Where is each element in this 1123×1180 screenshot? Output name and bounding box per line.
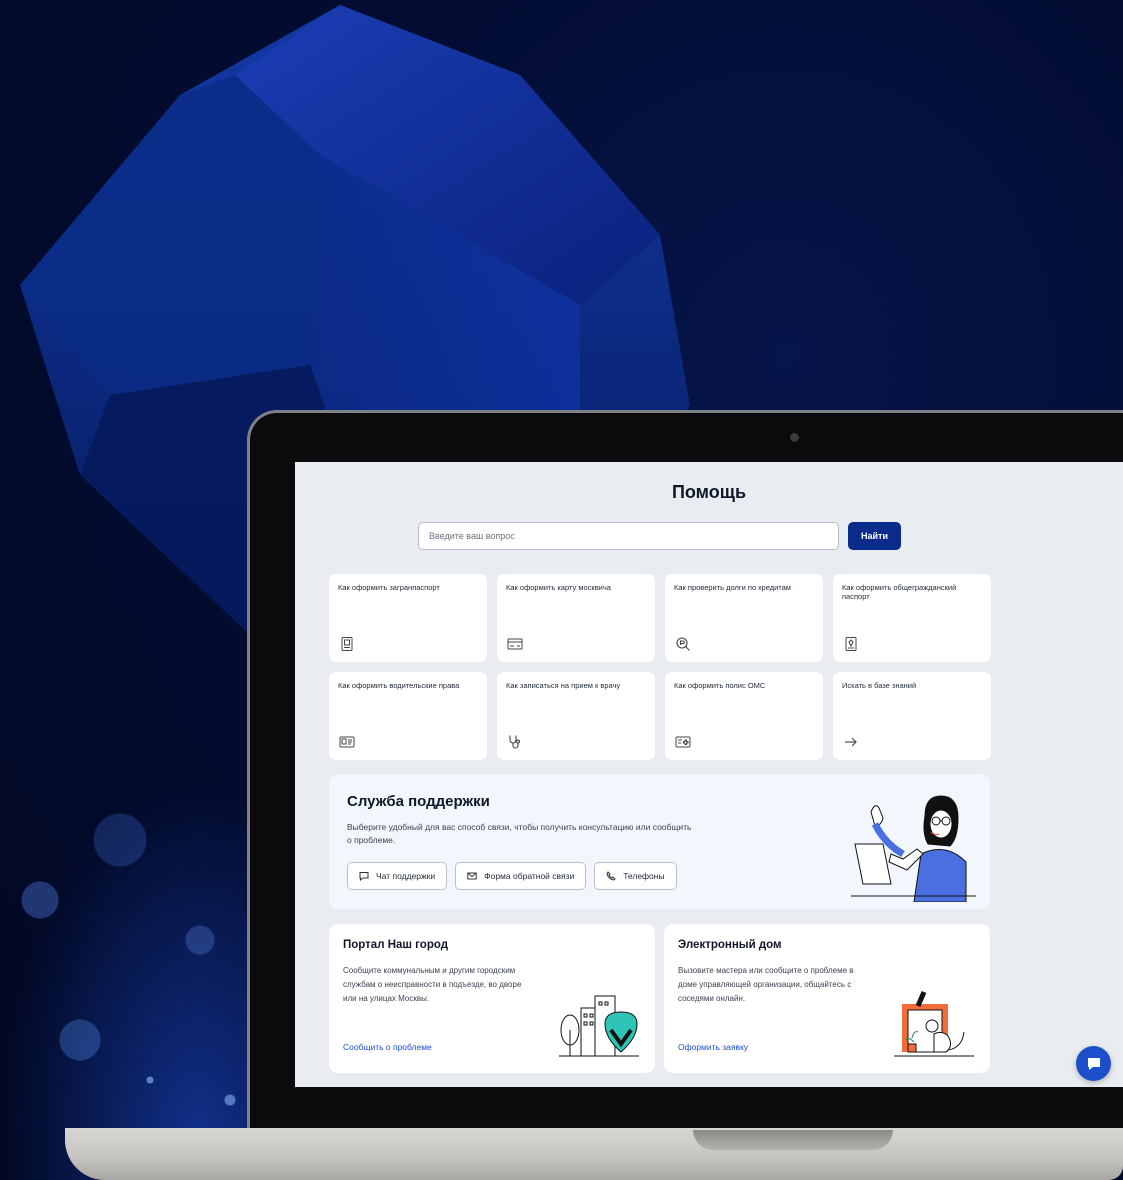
medical-card-icon [675,736,691,748]
passport-icon [341,637,353,651]
phones-label: Телефоны [623,871,665,881]
report-problem-link[interactable]: Сообщить о проблеме [343,1042,432,1052]
driver-license-icon [339,736,355,748]
page-title: Помощь [671,482,747,502]
quick-link-card[interactable]: Как оформить водительские права [329,672,487,760]
laptop-base [65,1128,1123,1180]
support-chat-label: Чат поддержки [376,871,436,881]
quick-link-label: Как проверить долги по кредитам [674,583,791,592]
electronic-home-card: Электронный дом Вызовите мастера или соо… [664,924,990,1073]
quick-link-card[interactable]: Как проверить долги по кредитам [665,574,823,662]
chat-bubble-icon [1087,1057,1100,1070]
passport-emblem-icon [845,637,857,651]
arrow-right-icon [845,737,857,747]
search-money-icon [676,637,690,651]
quick-links-grid: Как оформить загранпаспорт Как оформить … [329,574,991,760]
phone-icon [606,871,616,881]
stethoscope-icon [509,735,521,749]
quick-link-label: Как записаться на прием к врачу [506,681,621,690]
city-buildings-illustration [559,995,639,1057]
support-operator-illustration [851,795,976,902]
phones-button[interactable]: Телефоны [594,862,677,890]
quick-link-label: Как оформить полис ОМС [674,681,766,690]
mail-icon [467,872,477,880]
electronic-home-description: Вызовите мастера или сообщите о проблеме… [678,966,854,1003]
quick-link-label: Как оформить общегражданский паспорт [842,583,957,601]
nash-gorod-title: Портал Наш город [343,939,449,951]
support-chat-button[interactable]: Чат поддержки [347,862,448,890]
laptop-camera [790,433,799,442]
quick-link-label: Как оформить водительские права [338,681,460,690]
search-input[interactable] [418,522,839,550]
chat-icon [359,872,369,881]
laptop-notch [693,1130,893,1150]
submit-request-link[interactable]: Оформить заявку [678,1042,748,1052]
quick-link-card[interactable]: Как оформить загранпаспорт [329,574,487,662]
search-button[interactable]: Найти [848,522,901,550]
quick-link-label: Искать в базе знаний [842,681,917,690]
quick-link-card[interactable]: Как записаться на прием к врачу [497,672,655,760]
quick-link-card[interactable]: Как оформить полис ОМС [665,672,823,760]
help-page-screen: Помощь Найти Как оформить загранпаспорт … [295,462,1123,1087]
nash-gorod-card: Портал Наш город Сообщите коммунальным и… [329,924,655,1073]
home-cat-illustration [894,991,974,1057]
feedback-form-label: Форма обратной связи [484,871,575,881]
electronic-home-title: Электронный дом [678,939,782,951]
nash-gorod-description: Сообщите коммунальным и другим городским… [343,966,522,1003]
chat-widget-button[interactable] [1076,1046,1111,1081]
support-buttons: Чат поддержки Форма обратной связи Телеф… [347,862,677,890]
quick-link-card[interactable]: Как оформить общегражданский паспорт [833,574,991,662]
quick-link-label: Как оформить карту москвича [506,583,611,592]
support-title: Служба поддержки [347,793,490,810]
card-icon [507,638,523,650]
quick-link-card[interactable]: Как оформить карту москвича [497,574,655,662]
quick-link-label: Как оформить загранпаспорт [338,583,440,592]
feedback-form-button[interactable]: Форма обратной связи [455,862,587,890]
quick-link-card[interactable]: Искать в базе знаний [833,672,991,760]
support-panel: Служба поддержки Выберите удобный для ва… [329,774,990,909]
support-description: Выберите удобный для вас способ связи, ч… [347,822,692,846]
